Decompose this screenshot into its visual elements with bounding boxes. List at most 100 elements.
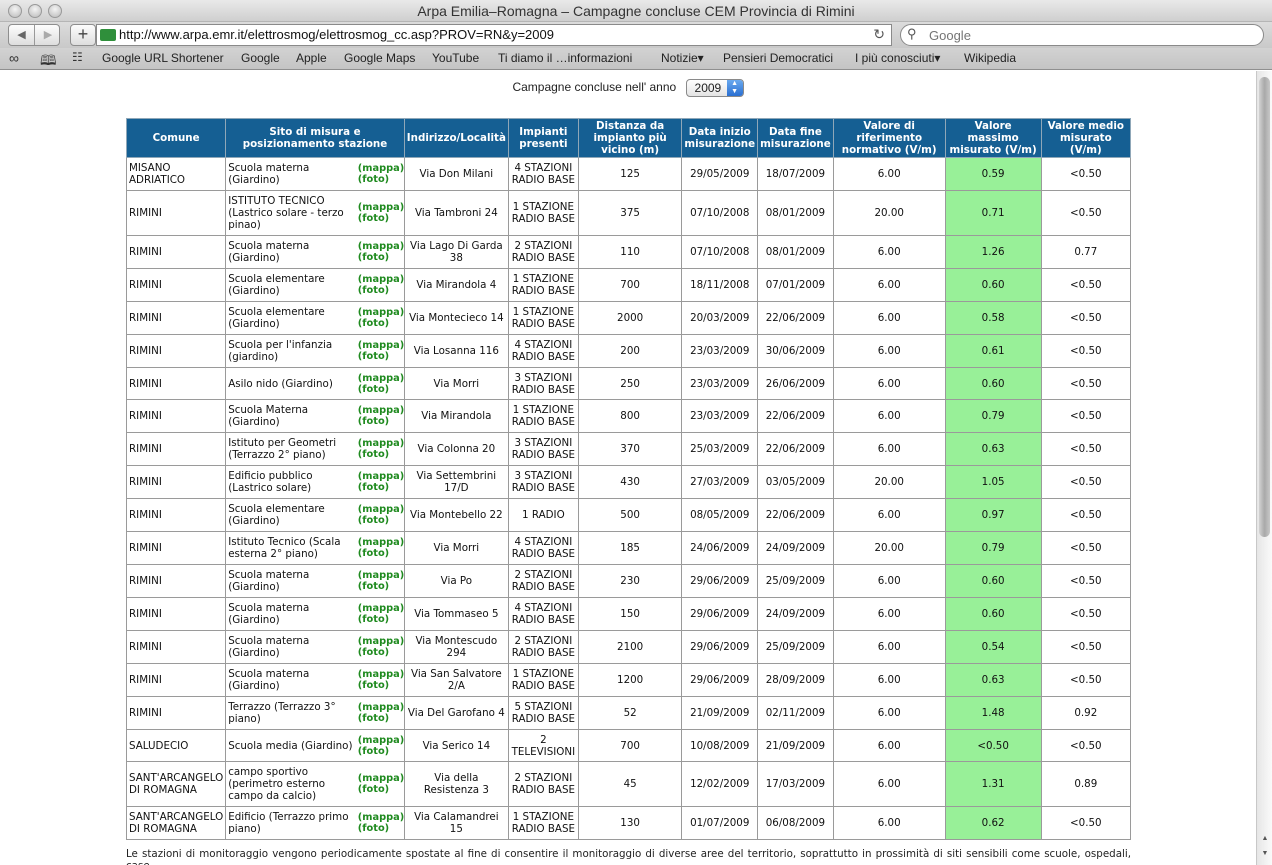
photo-link[interactable]: (foto) bbox=[358, 351, 402, 362]
cell-data-inizio: 24/06/2009 bbox=[681, 531, 759, 565]
photo-link[interactable]: (foto) bbox=[358, 285, 402, 296]
map-link[interactable]: (mappa) bbox=[358, 340, 404, 351]
site-name: Scuola materna (Giardino) bbox=[228, 668, 310, 692]
bookmark-google-url-shortener[interactable]: Google URL Shortener bbox=[102, 51, 224, 65]
photo-link[interactable]: (foto) bbox=[358, 581, 402, 592]
photo-link[interactable]: (foto) bbox=[358, 548, 402, 559]
map-link[interactable]: (mappa) bbox=[358, 669, 404, 680]
photo-link[interactable]: (foto) bbox=[358, 515, 402, 526]
photo-link[interactable]: (foto) bbox=[358, 252, 402, 263]
bookmark-wikipedia[interactable]: Wikipedia bbox=[964, 51, 1016, 65]
reading-list-icon[interactable]: ∞ bbox=[9, 50, 19, 66]
map-link[interactable]: (mappa) bbox=[358, 702, 404, 713]
cell-impianti: 1 STAZIONE RADIO BASE bbox=[507, 190, 579, 236]
cell-sito: Scuola materna (Giardino) (mappa) (foto) bbox=[225, 630, 405, 664]
bookmark-pensieri-democratici[interactable]: Pensieri Democratici bbox=[723, 51, 833, 65]
cell-comune: RIMINI bbox=[125, 432, 227, 466]
site-links: (mappa) (foto) bbox=[358, 340, 404, 362]
cell-indirizzo: Via Calamandrei 15 bbox=[403, 806, 509, 840]
search-box[interactable]: ⚲ bbox=[900, 24, 1264, 46]
map-link[interactable]: (mappa) bbox=[358, 773, 404, 784]
map-link[interactable]: (mappa) bbox=[358, 241, 404, 252]
cell-data-fine: 22/06/2009 bbox=[757, 399, 834, 433]
photo-link[interactable]: (foto) bbox=[358, 449, 402, 460]
search-input[interactable] bbox=[929, 27, 1249, 43]
map-link[interactable]: (mappa) bbox=[358, 163, 404, 174]
scroll-down-arrow-icon[interactable]: ▼ bbox=[1257, 848, 1272, 860]
photo-link[interactable]: (foto) bbox=[358, 482, 402, 493]
top-sites-grid-icon[interactable]: ☷ bbox=[72, 50, 83, 64]
back-button[interactable]: ◀ bbox=[9, 25, 35, 45]
cell-medio: 0.92 bbox=[1040, 696, 1132, 730]
map-link[interactable]: (mappa) bbox=[358, 202, 404, 213]
photo-link[interactable]: (foto) bbox=[358, 784, 402, 795]
add-bookmark-button[interactable]: + bbox=[70, 24, 96, 46]
photo-link[interactable]: (foto) bbox=[358, 713, 402, 724]
site-name: Scuola materna (Giardino) bbox=[228, 240, 310, 264]
photo-link[interactable]: (foto) bbox=[358, 416, 402, 427]
photo-link[interactable]: (foto) bbox=[358, 823, 402, 834]
scrollbar-thumb[interactable] bbox=[1259, 77, 1270, 537]
map-link[interactable]: (mappa) bbox=[358, 603, 404, 614]
bookmark-google[interactable]: Google bbox=[241, 51, 280, 65]
reload-button[interactable]: ↻ bbox=[873, 26, 885, 43]
url-text[interactable]: http://www.arpa.emr.it/elettrosmog/elett… bbox=[119, 27, 554, 42]
site-links: (mappa) (foto) bbox=[358, 241, 404, 263]
map-link[interactable]: (mappa) bbox=[358, 735, 404, 746]
photo-link[interactable]: (foto) bbox=[358, 680, 402, 691]
site-wrap: Scuola media (Giardino) (mappa) (foto) bbox=[228, 735, 404, 757]
site-links: (mappa) (foto) bbox=[358, 570, 404, 592]
cell-data-inizio: 23/03/2009 bbox=[681, 334, 759, 368]
photo-link[interactable]: (foto) bbox=[358, 384, 402, 395]
table-row: RIMINI Scuola materna (Giardino) (mappa) (f… bbox=[125, 564, 1132, 598]
site-links: (mappa) (foto) bbox=[358, 669, 404, 691]
search-icon[interactable]: ⚲ bbox=[907, 26, 917, 42]
cell-impianti: 2 TELEVISIONI bbox=[507, 729, 579, 762]
bookmark-apple[interactable]: Apple bbox=[296, 51, 327, 65]
bookmark-i-piu-conosciuti-menu[interactable]: I più conosciuti▾ bbox=[855, 51, 940, 65]
scroll-up-arrow-icon[interactable]: ▲ bbox=[1257, 833, 1272, 845]
forward-button[interactable]: ▶ bbox=[35, 25, 61, 45]
site-wrap: Scuola materna (Giardino) (mappa) (foto) bbox=[228, 635, 404, 659]
bookmark-notizie-menu[interactable]: Notizie▾ bbox=[661, 51, 704, 65]
year-filter-label: Campagne concluse nell' anno bbox=[512, 80, 677, 95]
column-header: Distanza da impianto più vicino (m) bbox=[577, 118, 683, 158]
bookmark-youtube[interactable]: YouTube bbox=[432, 51, 479, 65]
map-link[interactable]: (mappa) bbox=[358, 405, 404, 416]
map-link[interactable]: (mappa) bbox=[358, 438, 404, 449]
cell-distanza: 250 bbox=[577, 367, 683, 400]
map-link[interactable]: (mappa) bbox=[358, 307, 404, 318]
map-link[interactable]: (mappa) bbox=[358, 636, 404, 647]
photo-link[interactable]: (foto) bbox=[358, 647, 402, 658]
cell-data-inizio: 07/10/2008 bbox=[681, 190, 759, 236]
map-link[interactable]: (mappa) bbox=[358, 537, 404, 548]
cell-medio: 0.77 bbox=[1040, 235, 1132, 269]
vertical-scrollbar[interactable]: ▲ ▼ bbox=[1256, 71, 1272, 865]
table-row: RIMINI Scuola materna (Giardino) (mappa) (f… bbox=[125, 235, 1132, 269]
cell-data-fine: 24/09/2009 bbox=[757, 531, 834, 565]
bookmark-google-maps[interactable]: Google Maps bbox=[344, 51, 415, 65]
cell-data-fine: 21/09/2009 bbox=[757, 729, 834, 762]
bookmarks-bar: ∞ 🕮 ☷ Google URL Shortener Google Apple … bbox=[0, 48, 1272, 70]
year-select[interactable]: 2009 ▲ ▼ bbox=[685, 79, 744, 97]
map-link[interactable]: (mappa) bbox=[358, 504, 404, 515]
cell-data-inizio: 29/06/2009 bbox=[681, 597, 759, 631]
photo-link[interactable]: (foto) bbox=[358, 746, 402, 757]
map-link[interactable]: (mappa) bbox=[358, 471, 404, 482]
map-link[interactable]: (mappa) bbox=[358, 812, 404, 823]
cell-medio: <0.50 bbox=[1040, 729, 1132, 762]
photo-link[interactable]: (foto) bbox=[358, 174, 402, 185]
cell-riferimento: 6.00 bbox=[832, 597, 946, 631]
site-wrap: Istituto per Geometri (Terrazzo 2° piano… bbox=[228, 437, 404, 461]
photo-link[interactable]: (foto) bbox=[358, 614, 402, 625]
map-link[interactable]: (mappa) bbox=[358, 570, 404, 581]
cell-indirizzo: Via Serico 14 bbox=[403, 729, 509, 762]
map-link[interactable]: (mappa) bbox=[358, 373, 404, 384]
photo-link[interactable]: (foto) bbox=[358, 318, 402, 329]
photo-link[interactable]: (foto) bbox=[358, 213, 402, 224]
address-bar[interactable]: http://www.arpa.emr.it/elettrosmog/elett… bbox=[96, 24, 892, 46]
cell-comune: RIMINI bbox=[125, 564, 227, 598]
map-link[interactable]: (mappa) bbox=[358, 274, 404, 285]
site-links: (mappa) (foto) bbox=[358, 438, 404, 460]
bookmark-ti-diamo-il[interactable]: Ti diamo il …informazioni bbox=[498, 51, 632, 65]
